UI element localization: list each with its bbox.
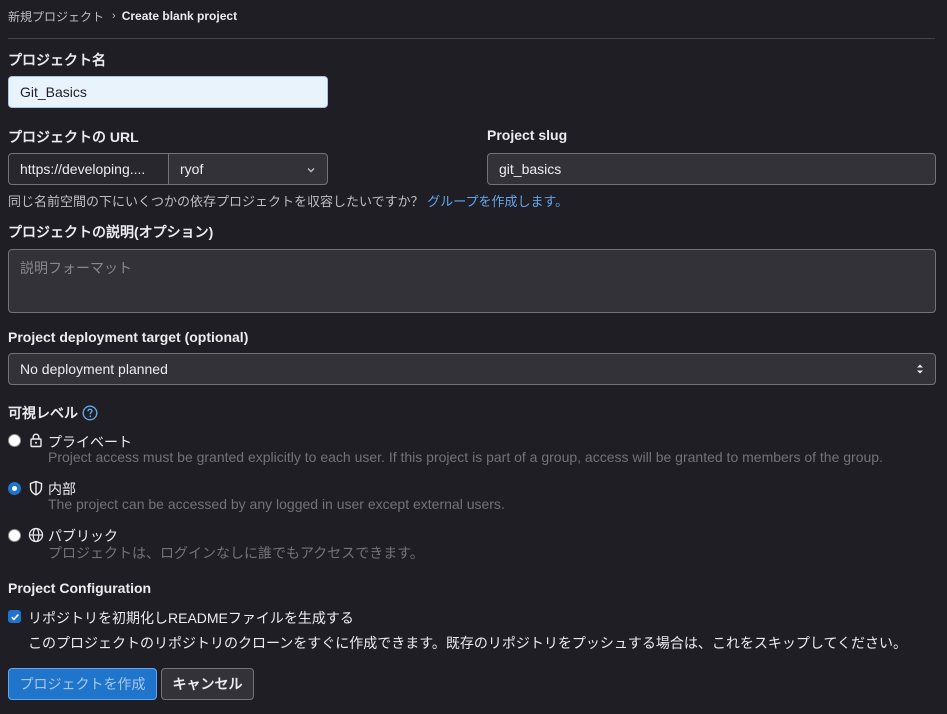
project-configuration-label: Project Configuration	[8, 580, 152, 596]
project-slug-label: Project slug	[487, 127, 568, 143]
project-slug-input[interactable]	[487, 153, 936, 185]
initialize-readme-label[interactable]: リポジトリを初期化しREADMEファイルを生成する	[28, 608, 354, 628]
create-project-button[interactable]: プロジェクトを作成	[8, 668, 157, 700]
globe-icon	[28, 527, 44, 546]
initialize-readme-checkbox[interactable]	[8, 610, 21, 623]
cancel-button[interactable]: キャンセル	[161, 668, 254, 700]
visibility-label: 可視レベル	[8, 405, 78, 421]
breadcrumb: 新規プロジェクト › Create blank project	[8, 0, 237, 32]
lock-icon	[28, 432, 44, 451]
description-label: プロジェクトの説明(オプション)	[8, 224, 214, 240]
shield-icon	[28, 480, 44, 499]
deployment-target-value: No deployment planned	[20, 361, 168, 377]
visibility-public-description: プロジェクトは、ログインなしに誰でもアクセスできます。	[48, 545, 424, 561]
breadcrumb-current: Create blank project	[121, 9, 238, 23]
visibility-label-row: 可視レベル	[8, 403, 98, 423]
visibility-internal-radio[interactable]	[8, 482, 21, 495]
breadcrumb-new-project-link[interactable]: 新規プロジェクト	[8, 8, 104, 25]
create-group-link[interactable]: グループを作成します。	[427, 194, 568, 209]
help-icon[interactable]	[82, 405, 98, 421]
group-help-text: 同じ名前空間の下にいくつかの依存プロジェクトを収容したいですか？ グループを作成…	[8, 191, 568, 210]
initialize-readme-help: このプロジェクトのリポジトリのクローンをすぐに作成できます。既存のリポジトリをプ…	[28, 635, 908, 651]
project-url-prefix: https://developing....	[8, 153, 169, 185]
visibility-private-description: Project access must be granted explicitl…	[48, 449, 883, 465]
description-placeholder: 説明フォーマット	[20, 260, 132, 276]
group-help-question: 同じ名前空間の下にいくつかの依存プロジェクトを収容したいですか？	[8, 194, 424, 209]
visibility-internal-description: The project can be accessed by any logge…	[48, 496, 505, 512]
breadcrumb-separator: ›	[112, 10, 116, 22]
deployment-target-label: Project deployment target (optional)	[8, 329, 249, 345]
select-arrows-icon	[915, 362, 925, 379]
visibility-public-radio[interactable]	[8, 529, 21, 542]
header-divider	[8, 38, 935, 39]
chevron-down-icon	[305, 163, 317, 179]
namespace-value: ryof	[180, 161, 204, 177]
project-url-label: プロジェクトの URL	[8, 129, 139, 145]
project-name-input[interactable]	[8, 76, 328, 108]
create-blank-project-page: 新規プロジェクト › Create blank project プロジェクト名 …	[0, 0, 947, 714]
deployment-target-select[interactable]: No deployment planned	[8, 353, 936, 385]
visibility-private-radio[interactable]	[8, 434, 21, 447]
check-icon	[10, 613, 19, 620]
description-textarea[interactable]: 説明フォーマット	[8, 249, 936, 313]
namespace-dropdown[interactable]: ryof	[168, 153, 328, 185]
project-name-label: プロジェクト名	[8, 52, 106, 68]
